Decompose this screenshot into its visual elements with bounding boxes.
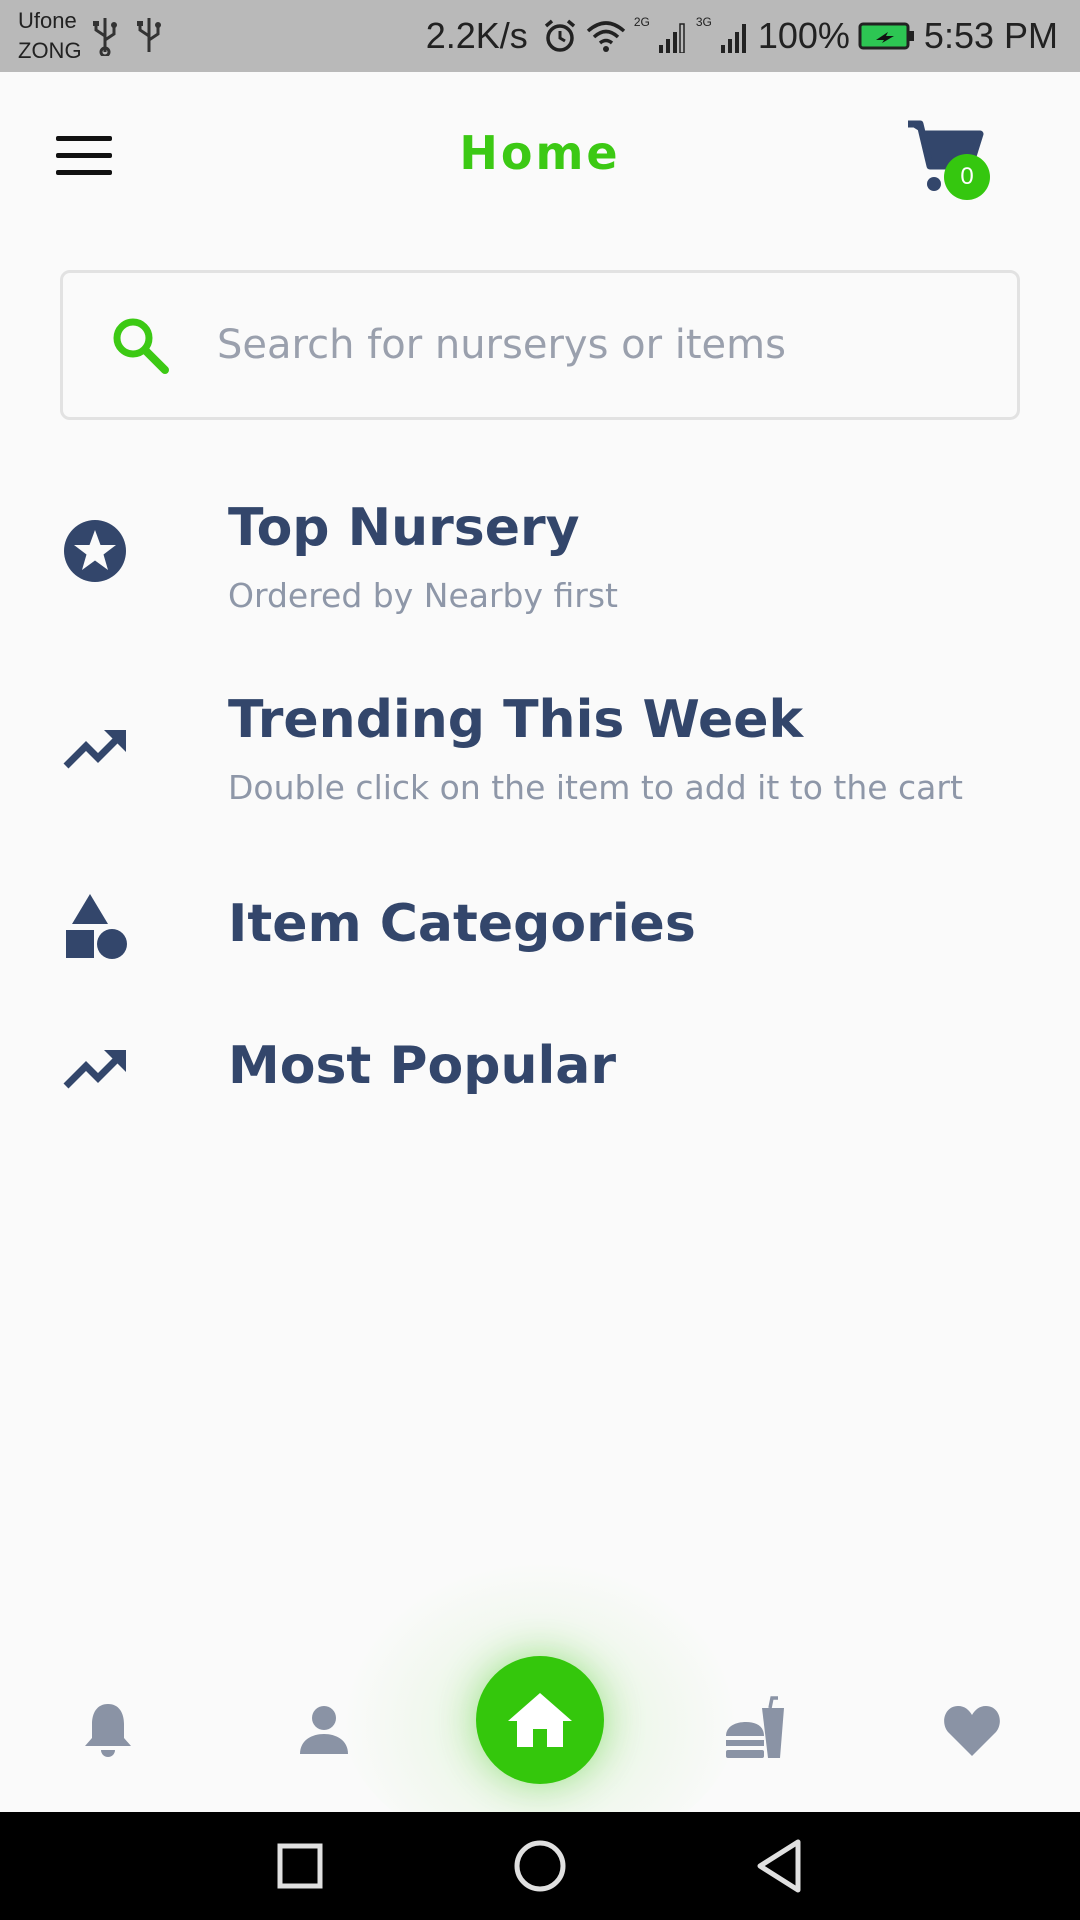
net-speed: 2.2K/s bbox=[425, 15, 528, 56]
signal-icon bbox=[658, 23, 685, 53]
star-circle-icon bbox=[64, 520, 126, 582]
cart-count-badge: 0 bbox=[944, 154, 990, 200]
nav-favorites[interactable] bbox=[932, 1690, 1012, 1770]
alarm-icon bbox=[544, 19, 575, 52]
category-shapes-icon bbox=[66, 894, 127, 959]
usb-icon bbox=[137, 18, 161, 52]
search-input[interactable] bbox=[217, 305, 997, 385]
trending-up-icon bbox=[63, 1050, 126, 1089]
nav-profile[interactable] bbox=[284, 1690, 364, 1770]
fastfood-icon bbox=[726, 1696, 784, 1758]
status-bar: Ufone ZONG 2.2K/s 2G 3G 100% 5:53 PM bbox=[0, 0, 1080, 72]
nav-food[interactable] bbox=[716, 1690, 796, 1770]
trending-up-icon bbox=[63, 730, 126, 769]
section-top-nursery[interactable]: Top Nursery Ordered by Nearby first bbox=[60, 490, 1020, 630]
signal-icon bbox=[720, 24, 746, 53]
carrier-names: Ufone ZONG bbox=[18, 6, 82, 66]
cart-button[interactable]: 0 bbox=[904, 118, 994, 200]
home-circle-icon[interactable] bbox=[510, 1836, 570, 1896]
section-subtitle: Double click on the item to add it to th… bbox=[228, 768, 963, 807]
section-trending[interactable]: Trending This Week Double click on the i… bbox=[60, 682, 1020, 822]
usb-icons bbox=[90, 16, 164, 56]
usb-icon bbox=[93, 18, 117, 56]
heart-icon bbox=[944, 1706, 1000, 1756]
section-most-popular[interactable]: Most Popular bbox=[60, 1024, 1020, 1134]
search-box[interactable] bbox=[60, 270, 1020, 420]
section-title: Item Categories bbox=[228, 894, 696, 954]
carrier-1: Ufone bbox=[18, 8, 77, 33]
bell-icon bbox=[85, 1704, 131, 1757]
recent-apps-icon[interactable] bbox=[270, 1836, 330, 1896]
back-triangle-icon[interactable] bbox=[750, 1836, 810, 1896]
carrier-2: ZONG bbox=[18, 38, 82, 63]
section-title: Top Nursery bbox=[228, 498, 580, 558]
wifi-icon bbox=[586, 21, 625, 52]
system-navigation-bar bbox=[0, 1812, 1080, 1920]
home-icon bbox=[508, 1693, 572, 1747]
section-title: Most Popular bbox=[228, 1036, 617, 1096]
section-item-categories[interactable]: Item Categories bbox=[60, 880, 1020, 990]
network-type-2: 3G bbox=[695, 15, 712, 29]
section-title: Trending This Week bbox=[228, 690, 804, 750]
section-subtitle: Ordered by Nearby first bbox=[228, 576, 618, 615]
nav-notifications[interactable] bbox=[68, 1690, 148, 1770]
clock: 5:53 PM bbox=[923, 15, 1058, 56]
status-right: 2.2K/s 2G 3G 100% 5:53 PM bbox=[426, 12, 1058, 60]
battery-icon bbox=[858, 22, 914, 50]
network-type-1: 2G bbox=[633, 15, 650, 29]
search-icon bbox=[113, 318, 169, 374]
battery-percent: 100% bbox=[757, 15, 850, 56]
nav-home[interactable] bbox=[476, 1656, 604, 1784]
person-icon bbox=[300, 1706, 348, 1754]
